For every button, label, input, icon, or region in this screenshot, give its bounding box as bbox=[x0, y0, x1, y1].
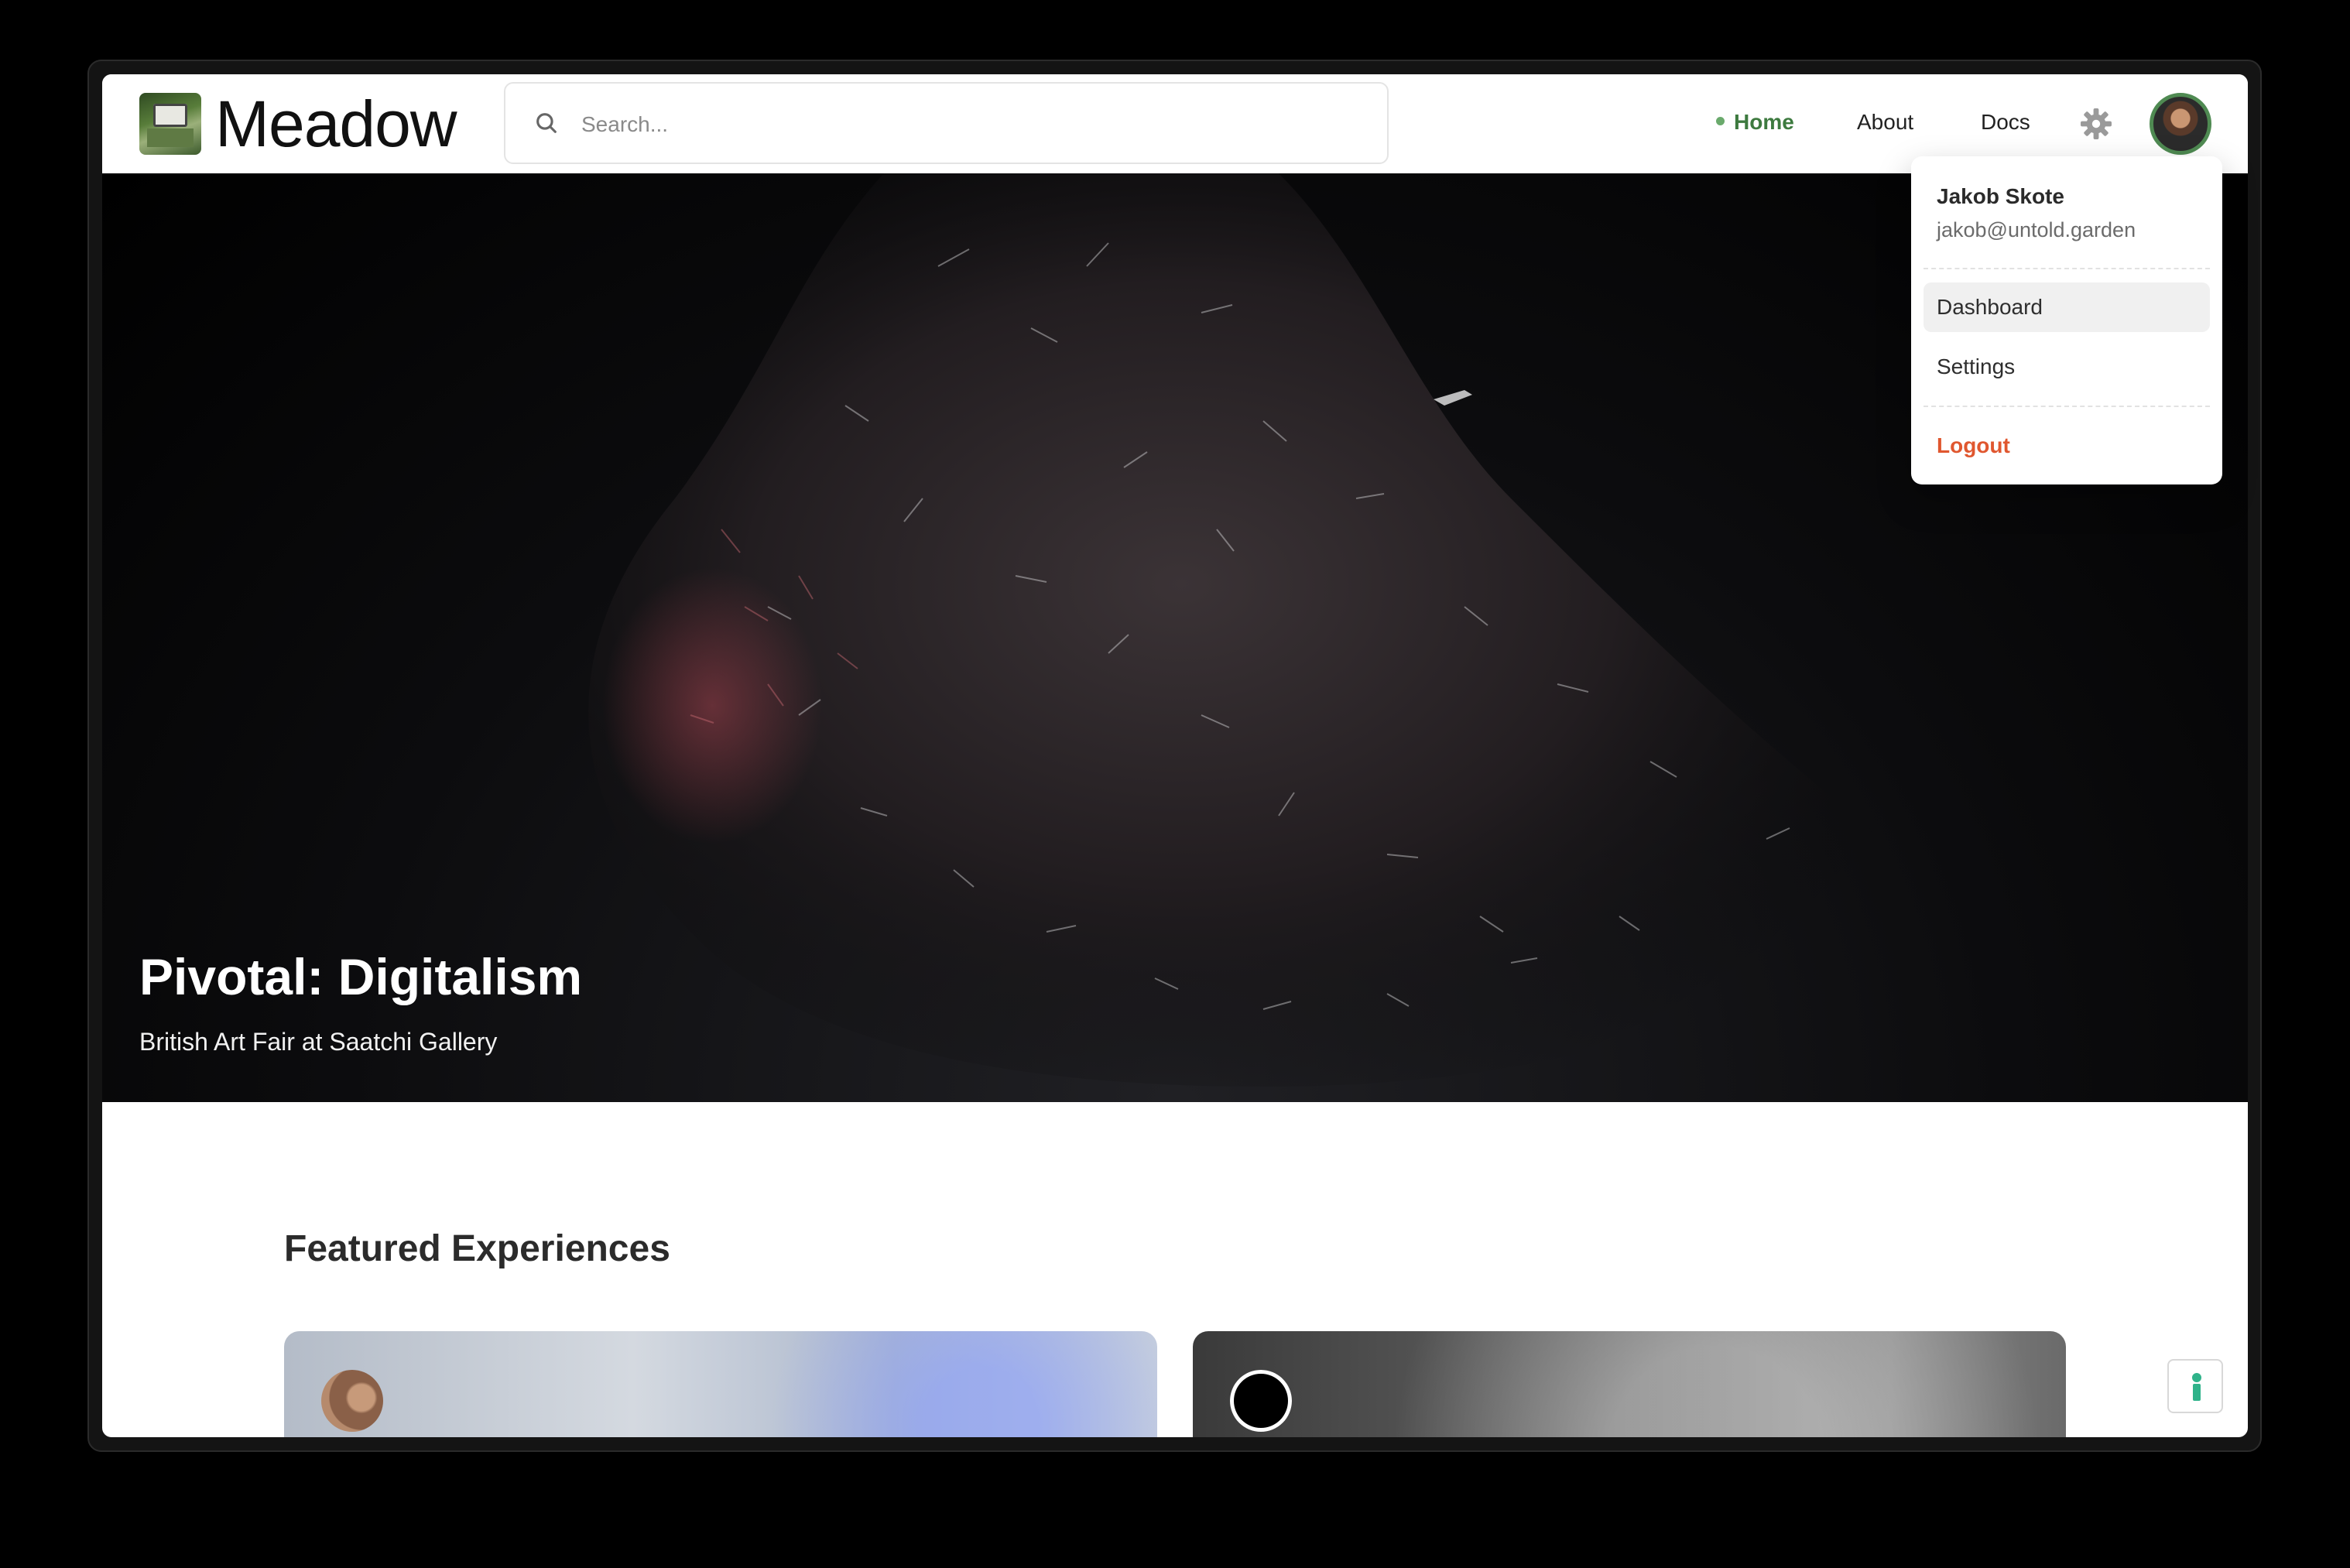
featured-section-title: Featured Experiences bbox=[284, 1228, 670, 1269]
search-icon bbox=[536, 113, 557, 133]
nav-docs-link[interactable]: Docs bbox=[1981, 110, 2030, 135]
user-avatar[interactable] bbox=[2150, 93, 2211, 155]
user-dropdown-menu: Jakob Skote jakob@untold.garden Dashboar… bbox=[1911, 156, 2222, 484]
help-chat-button[interactable] bbox=[2167, 1359, 2223, 1413]
gear-icon[interactable] bbox=[2078, 105, 2115, 142]
active-dot-icon bbox=[1716, 117, 1725, 126]
card-avatar bbox=[1230, 1370, 1292, 1432]
logo-image[interactable] bbox=[139, 93, 201, 155]
nav-home-label: Home bbox=[1734, 110, 1794, 134]
menu-item-settings[interactable]: Settings bbox=[1924, 342, 2210, 392]
nav-about-link[interactable]: About bbox=[1857, 110, 1913, 135]
experience-card[interactable] bbox=[1193, 1331, 2066, 1437]
nav-home-link[interactable]: Home bbox=[1716, 110, 1794, 135]
experience-card[interactable] bbox=[284, 1331, 1157, 1437]
menu-divider bbox=[1924, 268, 2210, 269]
user-name: Jakob Skote bbox=[1937, 184, 2064, 208]
menu-item-dashboard[interactable]: Dashboard bbox=[1924, 282, 2210, 332]
hero-subtitle: British Art Fair at Saatchi Gallery bbox=[139, 1028, 498, 1056]
search-box[interactable] bbox=[504, 82, 1389, 164]
user-email: jakob@untold.garden bbox=[1937, 218, 2136, 241]
logo-text[interactable]: Meadow bbox=[215, 88, 457, 159]
logout-button[interactable]: Logout bbox=[1937, 433, 2010, 458]
card-avatar bbox=[321, 1370, 383, 1432]
menu-divider bbox=[1924, 406, 2210, 407]
search-input[interactable] bbox=[580, 102, 1357, 147]
hero-title: Pivotal: Digitalism bbox=[139, 948, 583, 1005]
